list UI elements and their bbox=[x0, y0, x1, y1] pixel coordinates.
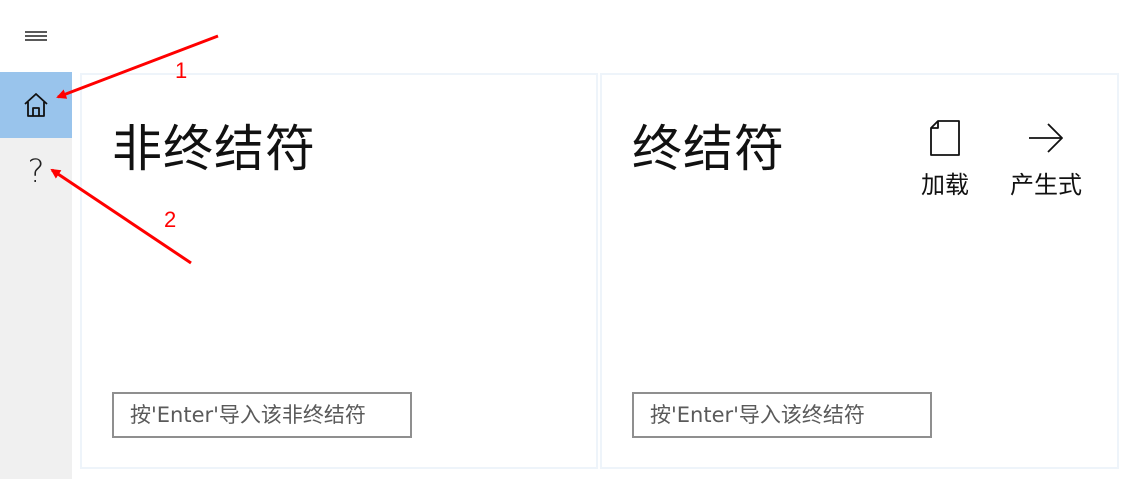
nav-rail: ? bbox=[0, 72, 72, 479]
help-icon: ? bbox=[27, 152, 45, 190]
load-button[interactable]: 加载 bbox=[921, 119, 969, 200]
hamburger-menu-button[interactable] bbox=[0, 10, 72, 62]
arrow-right-icon bbox=[1029, 123, 1063, 153]
terminal-input[interactable] bbox=[632, 392, 932, 438]
nav-item-home[interactable] bbox=[0, 72, 72, 138]
nonterminal-input[interactable] bbox=[112, 392, 412, 438]
app-window: ? 非终结符 终结符 加载 产生式 bbox=[0, 0, 1127, 479]
production-button[interactable]: 产生式 bbox=[1010, 119, 1082, 200]
load-label: 加载 bbox=[921, 171, 969, 199]
nonterminal-panel: 非终结符 bbox=[80, 73, 598, 469]
home-icon bbox=[24, 93, 48, 117]
hamburger-menu-icon bbox=[25, 31, 47, 41]
terminal-title: 终结符 bbox=[632, 120, 785, 178]
nav-item-help[interactable]: ? bbox=[0, 138, 72, 204]
nonterminal-title: 非终结符 bbox=[112, 120, 316, 178]
production-label: 产生式 bbox=[1010, 171, 1082, 199]
annotation-label-1: 1 bbox=[175, 58, 188, 83]
terminal-panel: 终结符 加载 产生式 bbox=[600, 73, 1119, 469]
document-icon bbox=[930, 120, 960, 156]
annotation-label-2: 2 bbox=[164, 207, 177, 232]
